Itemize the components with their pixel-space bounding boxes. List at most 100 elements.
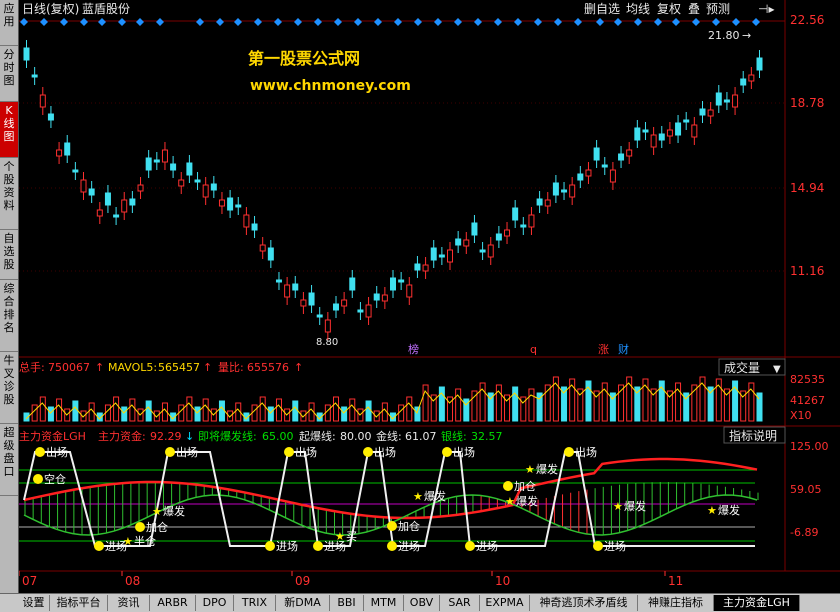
tab-kline[interactable]: K线图 (0, 102, 18, 158)
main-fund-label: 主力资金: (98, 429, 146, 443)
candle (593, 147, 600, 161)
overlay-button[interactable]: 叠 (688, 2, 700, 16)
candle (275, 279, 282, 283)
candle (658, 133, 665, 141)
volume-bar (202, 398, 209, 422)
signal-label: 爆发 (536, 462, 558, 476)
tab-dma[interactable]: 新DMA (276, 595, 330, 611)
signal-dot-icon (387, 521, 397, 531)
mavol-value: 565457 (158, 361, 200, 374)
volume-bar (422, 384, 429, 422)
tab-expma[interactable]: EXPMA (480, 595, 530, 611)
candle (284, 284, 291, 298)
candle (113, 214, 120, 218)
chevron-down-icon[interactable]: ▼ (773, 364, 781, 375)
candle (316, 314, 323, 318)
burst-line-value: 65.00 (262, 430, 294, 443)
candle (536, 198, 543, 206)
candle (699, 108, 706, 116)
volume-bar (259, 396, 266, 422)
tab-dealer[interactable]: 神赚庄指标 (638, 595, 714, 611)
left-tab-strip: 应用 分时图 K线图 个股资料 自选股 综合排名 牛叉诊股 超级盘口 (0, 0, 19, 593)
tab-arbr[interactable]: ARBR (150, 595, 196, 611)
adjust-button[interactable]: 复权 (657, 2, 681, 16)
tab-settings[interactable]: 设置 (18, 595, 50, 611)
tab-watchlist[interactable]: 自选股 (0, 230, 18, 280)
launch-line-value: 80.00 (340, 430, 372, 443)
signal-label: 买 (346, 530, 357, 543)
gold-line-value: 61.07 (405, 430, 437, 443)
indicator-tab-bar: 设置 指标平台 资讯 ARBR DPO TRIX 新DMA BBI MTM OB… (0, 593, 840, 612)
candle (650, 134, 657, 148)
volume-axis-label: 82535 (790, 373, 825, 386)
candle (88, 188, 95, 196)
remove-watchlist-button[interactable]: 删自选 (584, 2, 620, 16)
candle (47, 113, 54, 121)
volume-bar (275, 398, 282, 422)
candle (137, 184, 144, 192)
star-icon: ★ (335, 530, 345, 543)
marker-bang[interactable]: 榜 (408, 342, 419, 356)
signal-label: 出场 (295, 445, 317, 459)
candle (96, 209, 103, 217)
tab-diagnosis[interactable]: 牛叉诊股 (0, 352, 18, 424)
tab-profile[interactable]: 个股资料 (0, 158, 18, 230)
volume-bar (332, 396, 339, 422)
marker-q[interactable]: q (530, 343, 537, 356)
candle (609, 169, 616, 183)
indicator-help-label: 指标说明 (729, 428, 777, 443)
tab-trix[interactable]: TRIX (234, 595, 276, 611)
tab-obv[interactable]: OBV (404, 595, 440, 611)
chart-canvas[interactable]: 日线(复权) 蓝盾股份 删自选 均线 复权 叠 预测 ⊣▸ 第一股票公式网 ww… (18, 0, 840, 593)
candle (430, 247, 437, 261)
tab-quotes[interactable]: 超级盘口 (0, 424, 18, 496)
tab-apps[interactable]: 应用 (0, 0, 18, 46)
candle (471, 222, 478, 236)
tab-sar[interactable]: SAR (440, 595, 480, 611)
candle (218, 199, 225, 207)
tab-main-fund-lgh[interactable]: 主力资金LGH (714, 595, 800, 611)
tab-dpo[interactable]: DPO (196, 595, 234, 611)
candle (438, 254, 445, 258)
volume-bar (56, 398, 63, 422)
volume-bar (39, 396, 46, 422)
marker-cai[interactable]: 财 (618, 342, 629, 356)
volume-bar (113, 396, 120, 422)
candle (487, 244, 494, 258)
candle (243, 214, 250, 228)
signal-dot-icon (564, 447, 574, 457)
candle (210, 183, 217, 191)
candle (634, 127, 641, 141)
candle (666, 129, 673, 137)
tab-indicator-platform[interactable]: 指标平台 (50, 595, 108, 611)
tab-news[interactable]: 资讯 (108, 595, 150, 611)
signal-dot-icon (135, 522, 145, 532)
candle (414, 263, 421, 271)
tab-ranking[interactable]: 综合排名 (0, 280, 18, 352)
high-price-arrow-icon: → (742, 29, 751, 42)
ma-button[interactable]: 均线 (626, 2, 650, 16)
candle (528, 214, 535, 228)
down-arrow-icon: ↓ (185, 430, 194, 443)
signal-label: 进场 (398, 539, 420, 553)
silver-line-label: 银线: (441, 429, 467, 443)
star-icon: ★ (123, 535, 133, 548)
tab-mtm[interactable]: MTM (364, 595, 404, 611)
star-icon: ★ (707, 504, 717, 517)
indicator-name: 主力资金LGH (19, 429, 86, 443)
signal-label: 半仓 (134, 534, 156, 548)
tab-intraday[interactable]: 分时图 (0, 46, 18, 102)
candle (72, 169, 79, 173)
marker-zhang[interactable]: 涨 (598, 343, 609, 356)
arrow-icon[interactable]: ⊣▸ (758, 2, 774, 16)
signal-dot-icon (165, 447, 175, 457)
mavol-label: MAVOL5: (108, 361, 157, 374)
candle (544, 199, 551, 207)
forecast-button[interactable]: 预测 (706, 2, 730, 16)
candle (422, 264, 429, 272)
candle (202, 184, 209, 198)
candle (292, 283, 299, 291)
tab-top-escape[interactable]: 神奇逃顶术矛盾线 (530, 595, 638, 611)
tab-bbi[interactable]: BBI (330, 595, 364, 611)
candle (251, 223, 258, 231)
